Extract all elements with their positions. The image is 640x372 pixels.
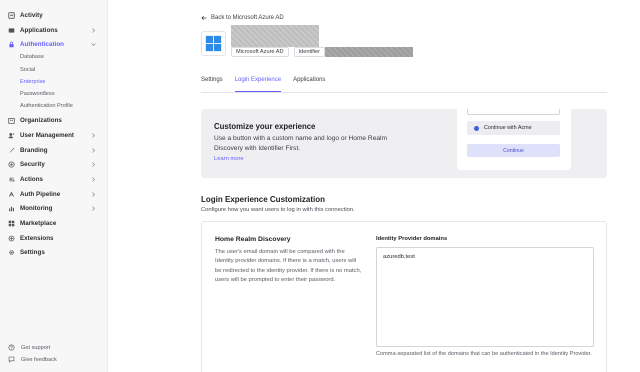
sidebar-item-security[interactable]: Security: [0, 158, 108, 170]
idp-domains-help: Comma-separated list of the domains that…: [376, 351, 592, 357]
sidebar-subitem-passwordless[interactable]: Passwordless: [20, 89, 55, 99]
tab-applications[interactable]: Applications: [293, 77, 325, 92]
sidebar-item-label: User Management: [20, 131, 75, 139]
authentication-icon: [8, 41, 15, 48]
sidebar-item-label: Monitoring: [20, 204, 53, 212]
sidebar-item-label: Branding: [20, 146, 48, 154]
chevron-right-icon: [90, 204, 96, 212]
back-link[interactable]: Back to Microsoft Azure AD: [201, 15, 284, 21]
connection-meta: Microsoft Azure AD Identifier: [231, 47, 414, 57]
sidebar-item-auth-pipeline[interactable]: Auth Pipeline: [0, 188, 108, 200]
chevron-right-icon: [90, 190, 96, 198]
sidebar-subitem-authentication-profile[interactable]: Authentication Profile: [20, 101, 73, 111]
azure-windows-icon: [205, 35, 222, 52]
back-link-label: Back to Microsoft Azure AD: [211, 15, 284, 21]
connection-name-redacted: [231, 25, 319, 47]
tab-divider: [201, 92, 607, 93]
sidebar-item-user-management[interactable]: User Management: [0, 129, 108, 141]
chevron-right-icon: [90, 175, 96, 183]
marketplace-icon: [8, 220, 15, 227]
section-title: Login Experience Customization: [201, 195, 326, 204]
branding-icon: [8, 147, 15, 154]
sidebar-item-marketplace[interactable]: Marketplace: [0, 217, 108, 229]
preview-button-label: Continue with Acme: [484, 125, 532, 131]
hrd-description: The user's email domain will be compared…: [215, 249, 362, 283]
monitoring-icon: [8, 205, 15, 212]
give-feedback-link[interactable]: Give feedback: [8, 354, 57, 365]
sidebar-item-label: Applications: [20, 26, 58, 34]
get-support-link[interactable]: Get support: [8, 342, 50, 353]
sidebar-item-activity[interactable]: Activity: [0, 9, 108, 21]
identifier-label: Identifier: [298, 49, 321, 55]
sidebar-item-applications[interactable]: Applications: [0, 24, 108, 36]
get-support-label: Get support: [21, 344, 51, 351]
sidebar-item-branding[interactable]: Branding: [0, 144, 108, 156]
security-icon: [8, 160, 15, 168]
chevron-right-icon: [90, 26, 96, 34]
banner-text: Use a button with a custom name and logo…: [214, 135, 387, 152]
applications-icon: [8, 27, 15, 34]
sidebar-item-label: Security: [20, 160, 45, 168]
chevron-down-icon: [90, 40, 96, 48]
auth-pipeline-icon: [8, 190, 15, 198]
provider-dot-icon: [474, 125, 479, 131]
home-realm-discovery-card: Home Realm Discovery The user's email do…: [201, 221, 607, 372]
sidebar-item-authentication[interactable]: Authentication: [0, 38, 108, 50]
idp-domains-field[interactable]: azuredb.test: [376, 247, 594, 347]
actions-icon: [8, 176, 15, 183]
sidebar-subitem-enterprise[interactable]: Enterprise: [20, 77, 46, 87]
identifier-badge: Identifier: [293, 47, 326, 57]
connection-logo: [201, 31, 226, 56]
chevron-right-icon: [90, 131, 96, 139]
gear-icon: [8, 249, 15, 256]
identifier-value-redacted: [325, 47, 414, 57]
sidebar-item-settings[interactable]: Settings: [0, 246, 108, 258]
section-description: Configure how you want users to log in w…: [201, 207, 355, 213]
activity-icon: [8, 11, 15, 19]
sidebar: Activity Applications Authentication Dat…: [0, 0, 108, 372]
sidebar-item-organizations[interactable]: Organizations: [0, 114, 108, 126]
user-management-icon: [8, 132, 15, 139]
banner-title: Customize your experience: [214, 122, 316, 131]
extensions-icon: [8, 235, 15, 242]
sidebar-item-label: Actions: [20, 175, 44, 183]
login-preview: Continue with Acme Continue: [457, 109, 571, 170]
provider-badge: Microsoft Azure AD: [231, 47, 289, 57]
sidebar-subitem-database[interactable]: Database: [20, 52, 44, 62]
organizations-icon: [8, 117, 15, 124]
learn-more-link[interactable]: Learn more: [214, 156, 244, 162]
sidebar-item-label: Organizations: [20, 116, 62, 124]
tab-settings[interactable]: Settings: [201, 77, 223, 92]
sidebar-item-label: Activity: [20, 11, 43, 19]
chevron-right-icon: [90, 146, 96, 154]
sidebar-item-actions[interactable]: Actions: [0, 173, 108, 185]
tab-login-experience[interactable]: Login Experience: [234, 77, 282, 92]
customize-banner: Customize your experience Use a button w…: [201, 109, 607, 178]
sidebar-item-label: Auth Pipeline: [20, 190, 61, 198]
sidebar-item-label: Settings: [20, 248, 45, 256]
sidebar-item-label: Marketplace: [20, 219, 57, 227]
preview-input: [467, 109, 560, 115]
preview-continue-button: Continue: [467, 144, 560, 157]
sidebar-item-label: Extensions: [20, 234, 54, 242]
chevron-right-icon: [90, 160, 96, 168]
hrd-title: Home Realm Discovery: [215, 236, 291, 243]
sidebar-item-monitoring[interactable]: Monitoring: [0, 202, 108, 214]
sidebar-subitem-social[interactable]: Social: [20, 65, 35, 75]
help-icon: [8, 344, 15, 351]
feedback-icon: [8, 356, 15, 363]
sidebar-item-extensions[interactable]: Extensions: [0, 232, 108, 244]
sidebar-item-label: Authentication: [20, 40, 65, 48]
give-feedback-label: Give feedback: [21, 356, 57, 363]
preview-continue-with-button: Continue with Acme: [467, 121, 560, 135]
idp-domains-label: Identity Provider domains: [376, 236, 448, 242]
arrow-left-icon: [201, 15, 207, 21]
tab-bar: Settings Login Experience Applications: [201, 77, 337, 92]
